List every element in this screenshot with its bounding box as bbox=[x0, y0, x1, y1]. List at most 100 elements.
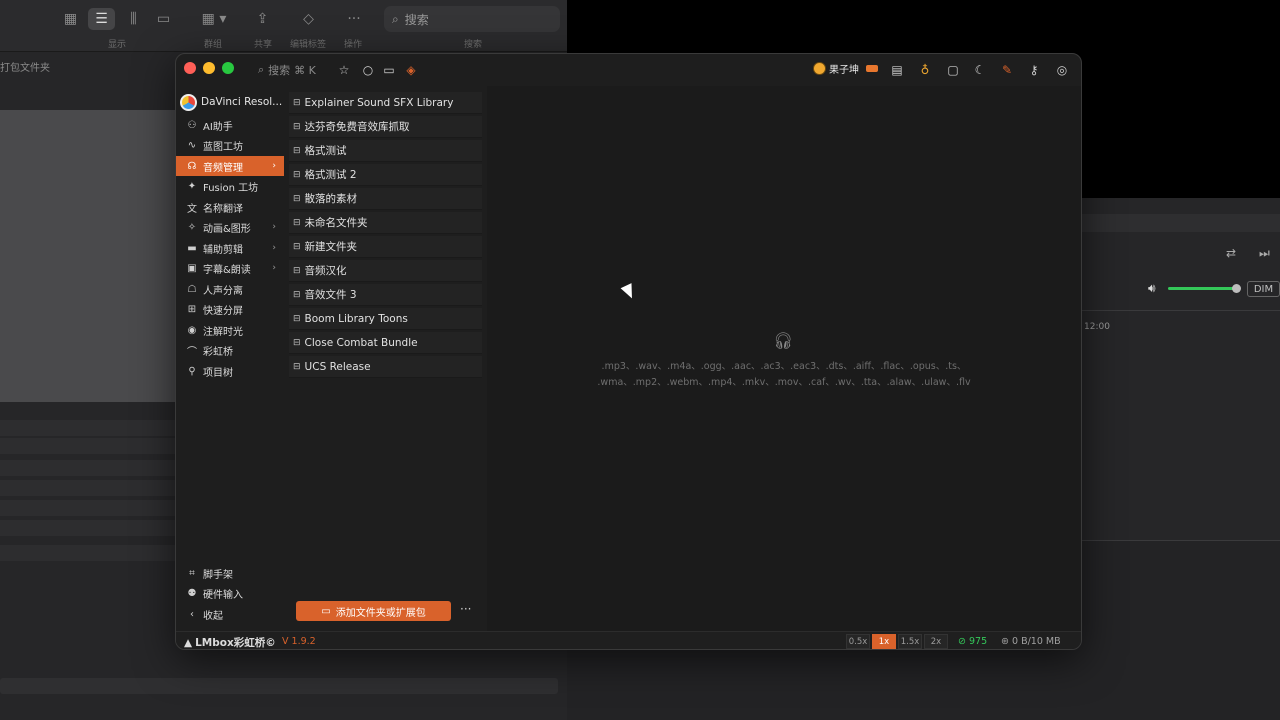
version-label: V 1.9.2 bbox=[282, 636, 316, 647]
animation-icon: ✧ bbox=[187, 221, 197, 233]
brand-logo-icon: ▲ bbox=[184, 636, 193, 649]
folder-item[interactable]: ⊟ 格式测试 2 bbox=[289, 164, 482, 186]
audio-drop-zone[interactable]: 🎧︎ .mp3、.wav、.m4a、.ogg、.aac、.ac3、.eac3、.… bbox=[487, 86, 1081, 631]
sidebar-item-quick-split[interactable]: ⊞ 快速分屏 bbox=[176, 299, 284, 319]
sidebar-item-scaffold[interactable]: ⌗ 脚手架 bbox=[176, 563, 284, 583]
column-view-icon[interactable]: ⫼ bbox=[120, 8, 147, 30]
toolbar-label-tags: 编辑标签 bbox=[290, 40, 327, 50]
background-search-field[interactable]: ⌕ 搜索 bbox=[384, 6, 560, 32]
lightbulb-icon[interactable]: ♁ bbox=[917, 62, 933, 78]
dim-button[interactable]: DIM bbox=[1247, 281, 1280, 297]
sidebar-item-name-translate[interactable]: 文名称翻译 bbox=[176, 197, 284, 217]
sidebar-item-blueprint[interactable]: ∿ 蓝图工坊 bbox=[176, 135, 284, 155]
maximize-window-button[interactable] bbox=[222, 62, 234, 74]
sidebar-item-hardware-input[interactable]: ⚉ 硬件输入 bbox=[176, 583, 284, 603]
message-icon[interactable]: ▢ bbox=[945, 62, 961, 78]
speed-2x-button[interactable]: 2x bbox=[924, 634, 948, 649]
more-options-button[interactable]: ··· bbox=[460, 602, 471, 616]
loop-icon[interactable]: ⇄ bbox=[1226, 246, 1236, 260]
folder-item[interactable]: ⊟ Boom Library Toons bbox=[289, 308, 482, 330]
app-search-field[interactable]: ⌕ 搜索 ⌘ K bbox=[258, 62, 316, 78]
minimize-window-button[interactable] bbox=[203, 62, 215, 74]
sidebar-item-subtitles[interactable]: ▣ 字幕&朗读 › bbox=[176, 258, 284, 278]
headphones-icon: 🎧︎ bbox=[773, 331, 794, 350]
folder-item[interactable]: ⊟ Close Combat Bundle bbox=[289, 332, 482, 354]
key-icon[interactable]: ⚷ bbox=[1026, 62, 1042, 78]
rainbow-bridge-icon[interactable]: ◈ bbox=[403, 62, 419, 78]
folder-item-label: 音效文件 3 bbox=[304, 289, 357, 301]
folder-item[interactable]: ⊟ 音频汉化 bbox=[289, 260, 482, 282]
grid-view-icon[interactable]: ▦ bbox=[58, 8, 83, 30]
scaffold-icon: ⌗ bbox=[189, 567, 195, 579]
sidebar-item-edit-assist[interactable]: ▬ 辅助剪辑 › bbox=[176, 238, 284, 258]
close-window-button[interactable] bbox=[184, 62, 196, 74]
edit-icon: ▬ bbox=[187, 242, 197, 254]
timeline-divider bbox=[1082, 310, 1280, 311]
sidebar-item-collapse[interactable]: ‹ 收起 bbox=[176, 604, 284, 624]
moon-icon[interactable]: ☾ bbox=[972, 62, 988, 78]
sidebar-item-audio-manager[interactable]: ☊ 音频管理 › bbox=[176, 156, 284, 176]
sidebar-item-ai-assistant[interactable]: ⚇ AI助手 bbox=[176, 115, 284, 135]
folder-item[interactable]: ⊟ 格式测试 bbox=[289, 140, 482, 162]
sidebar-item-label: 脚手架 bbox=[203, 569, 233, 581]
folder-item-label: 格式测试 bbox=[304, 145, 347, 157]
background-list-row bbox=[0, 438, 175, 454]
folder-item[interactable]: ⊟ 达芬奇免费音效库抓取 bbox=[289, 116, 482, 138]
calendar-icon[interactable]: ▤ bbox=[889, 62, 905, 78]
sidebar-item-project-tree[interactable]: ⚲ 项目树 bbox=[176, 361, 284, 381]
skip-end-icon[interactable]: ⏭ bbox=[1259, 246, 1270, 261]
chevron-right-icon: › bbox=[272, 243, 276, 253]
group-icon[interactable]: ▦ ▾ bbox=[196, 8, 232, 30]
folder-item[interactable]: ⊟ 未命名文件夹 bbox=[289, 212, 482, 234]
sidebar-item-fusion[interactable]: ✦ Fusion 工坊 bbox=[176, 176, 284, 196]
sidebar-item-rainbow-bridge[interactable]: ⌒ 彩虹桥 bbox=[176, 340, 284, 360]
pin-icon[interactable]: ✎ bbox=[999, 62, 1015, 78]
davinci-resolve-logo bbox=[180, 93, 197, 111]
speed-0-5x-button[interactable]: 0.5x bbox=[846, 634, 870, 649]
sidebar-item-vocal-separation[interactable]: ☖ 人声分离 bbox=[176, 279, 284, 299]
share-icon[interactable]: ⇪ bbox=[250, 8, 275, 30]
brand: ▲ LMbox彩虹桥© bbox=[184, 635, 276, 650]
folder-item[interactable]: ⊟ UCS Release bbox=[289, 356, 482, 378]
action-icon[interactable]: ··· bbox=[340, 8, 368, 30]
folder-item[interactable]: ⊟ 新建文件夹 bbox=[289, 236, 482, 258]
settings-icon[interactable]: ◎ bbox=[1054, 62, 1070, 78]
star-icon[interactable]: ☆ bbox=[336, 62, 352, 78]
rainbow-icon: ⌒ bbox=[187, 346, 197, 358]
folder-item-label: Explainer Sound SFX Library bbox=[304, 96, 454, 109]
speed-1x-button[interactable]: 1x bbox=[872, 634, 896, 649]
folder-icon[interactable]: ▭ bbox=[381, 62, 397, 78]
circle-icon[interactable]: ○ bbox=[360, 62, 376, 78]
split-icon: ⊞ bbox=[187, 303, 197, 315]
folder-icon: ⊟ bbox=[293, 265, 301, 276]
collapse-icon: ‹ bbox=[190, 608, 194, 620]
folder-item[interactable]: ⊟ 音效文件 3 bbox=[289, 284, 482, 306]
volume-slider[interactable] bbox=[1168, 287, 1238, 290]
folder-item[interactable]: ⊟ 散落的素材 bbox=[289, 188, 482, 210]
tree-icon: ⚲ bbox=[188, 365, 196, 377]
volume-slider-knob[interactable] bbox=[1232, 284, 1241, 293]
sidebar-item-label: 收起 bbox=[203, 610, 223, 622]
folder-item-label: 格式测试 2 bbox=[304, 169, 357, 181]
folder-item-label: 散落的素材 bbox=[304, 193, 358, 205]
list-view-icon[interactable]: ☰ bbox=[88, 8, 115, 30]
folder-plus-icon: ▭ bbox=[321, 605, 331, 617]
folder-item[interactable]: ⊟ Explainer Sound SFX Library bbox=[289, 92, 482, 114]
folder-item-label: 音频汉化 bbox=[304, 265, 347, 277]
gallery-view-icon[interactable]: ▭ bbox=[150, 8, 177, 30]
background-list-row bbox=[0, 480, 175, 496]
background-scrollbar[interactable] bbox=[0, 678, 558, 694]
volume-icon[interactable]: 🔊︎ bbox=[1148, 281, 1156, 296]
sidebar-item-annotation[interactable]: ◉ 注解时光 bbox=[176, 320, 284, 340]
sidebar-header[interactable]: DaVinci Resol... bbox=[180, 92, 284, 112]
tag-icon[interactable]: ◇ bbox=[296, 8, 321, 30]
folder-icon: ⊟ bbox=[293, 97, 301, 108]
add-folder-label: 添加文件夹或扩展包 bbox=[335, 607, 426, 619]
user-badge[interactable]: 果子坤 bbox=[813, 61, 878, 76]
sidebar-item-label: 辅助剪辑 bbox=[203, 244, 243, 256]
speed-1-5x-button[interactable]: 1.5x bbox=[898, 634, 922, 649]
background-list-row bbox=[0, 545, 175, 561]
add-folder-button[interactable]: ▭ 添加文件夹或扩展包 bbox=[296, 601, 451, 621]
sidebar-item-animation[interactable]: ✧ 动画&图形 › bbox=[176, 217, 284, 237]
hardware-icon: ⚉ bbox=[187, 587, 197, 599]
